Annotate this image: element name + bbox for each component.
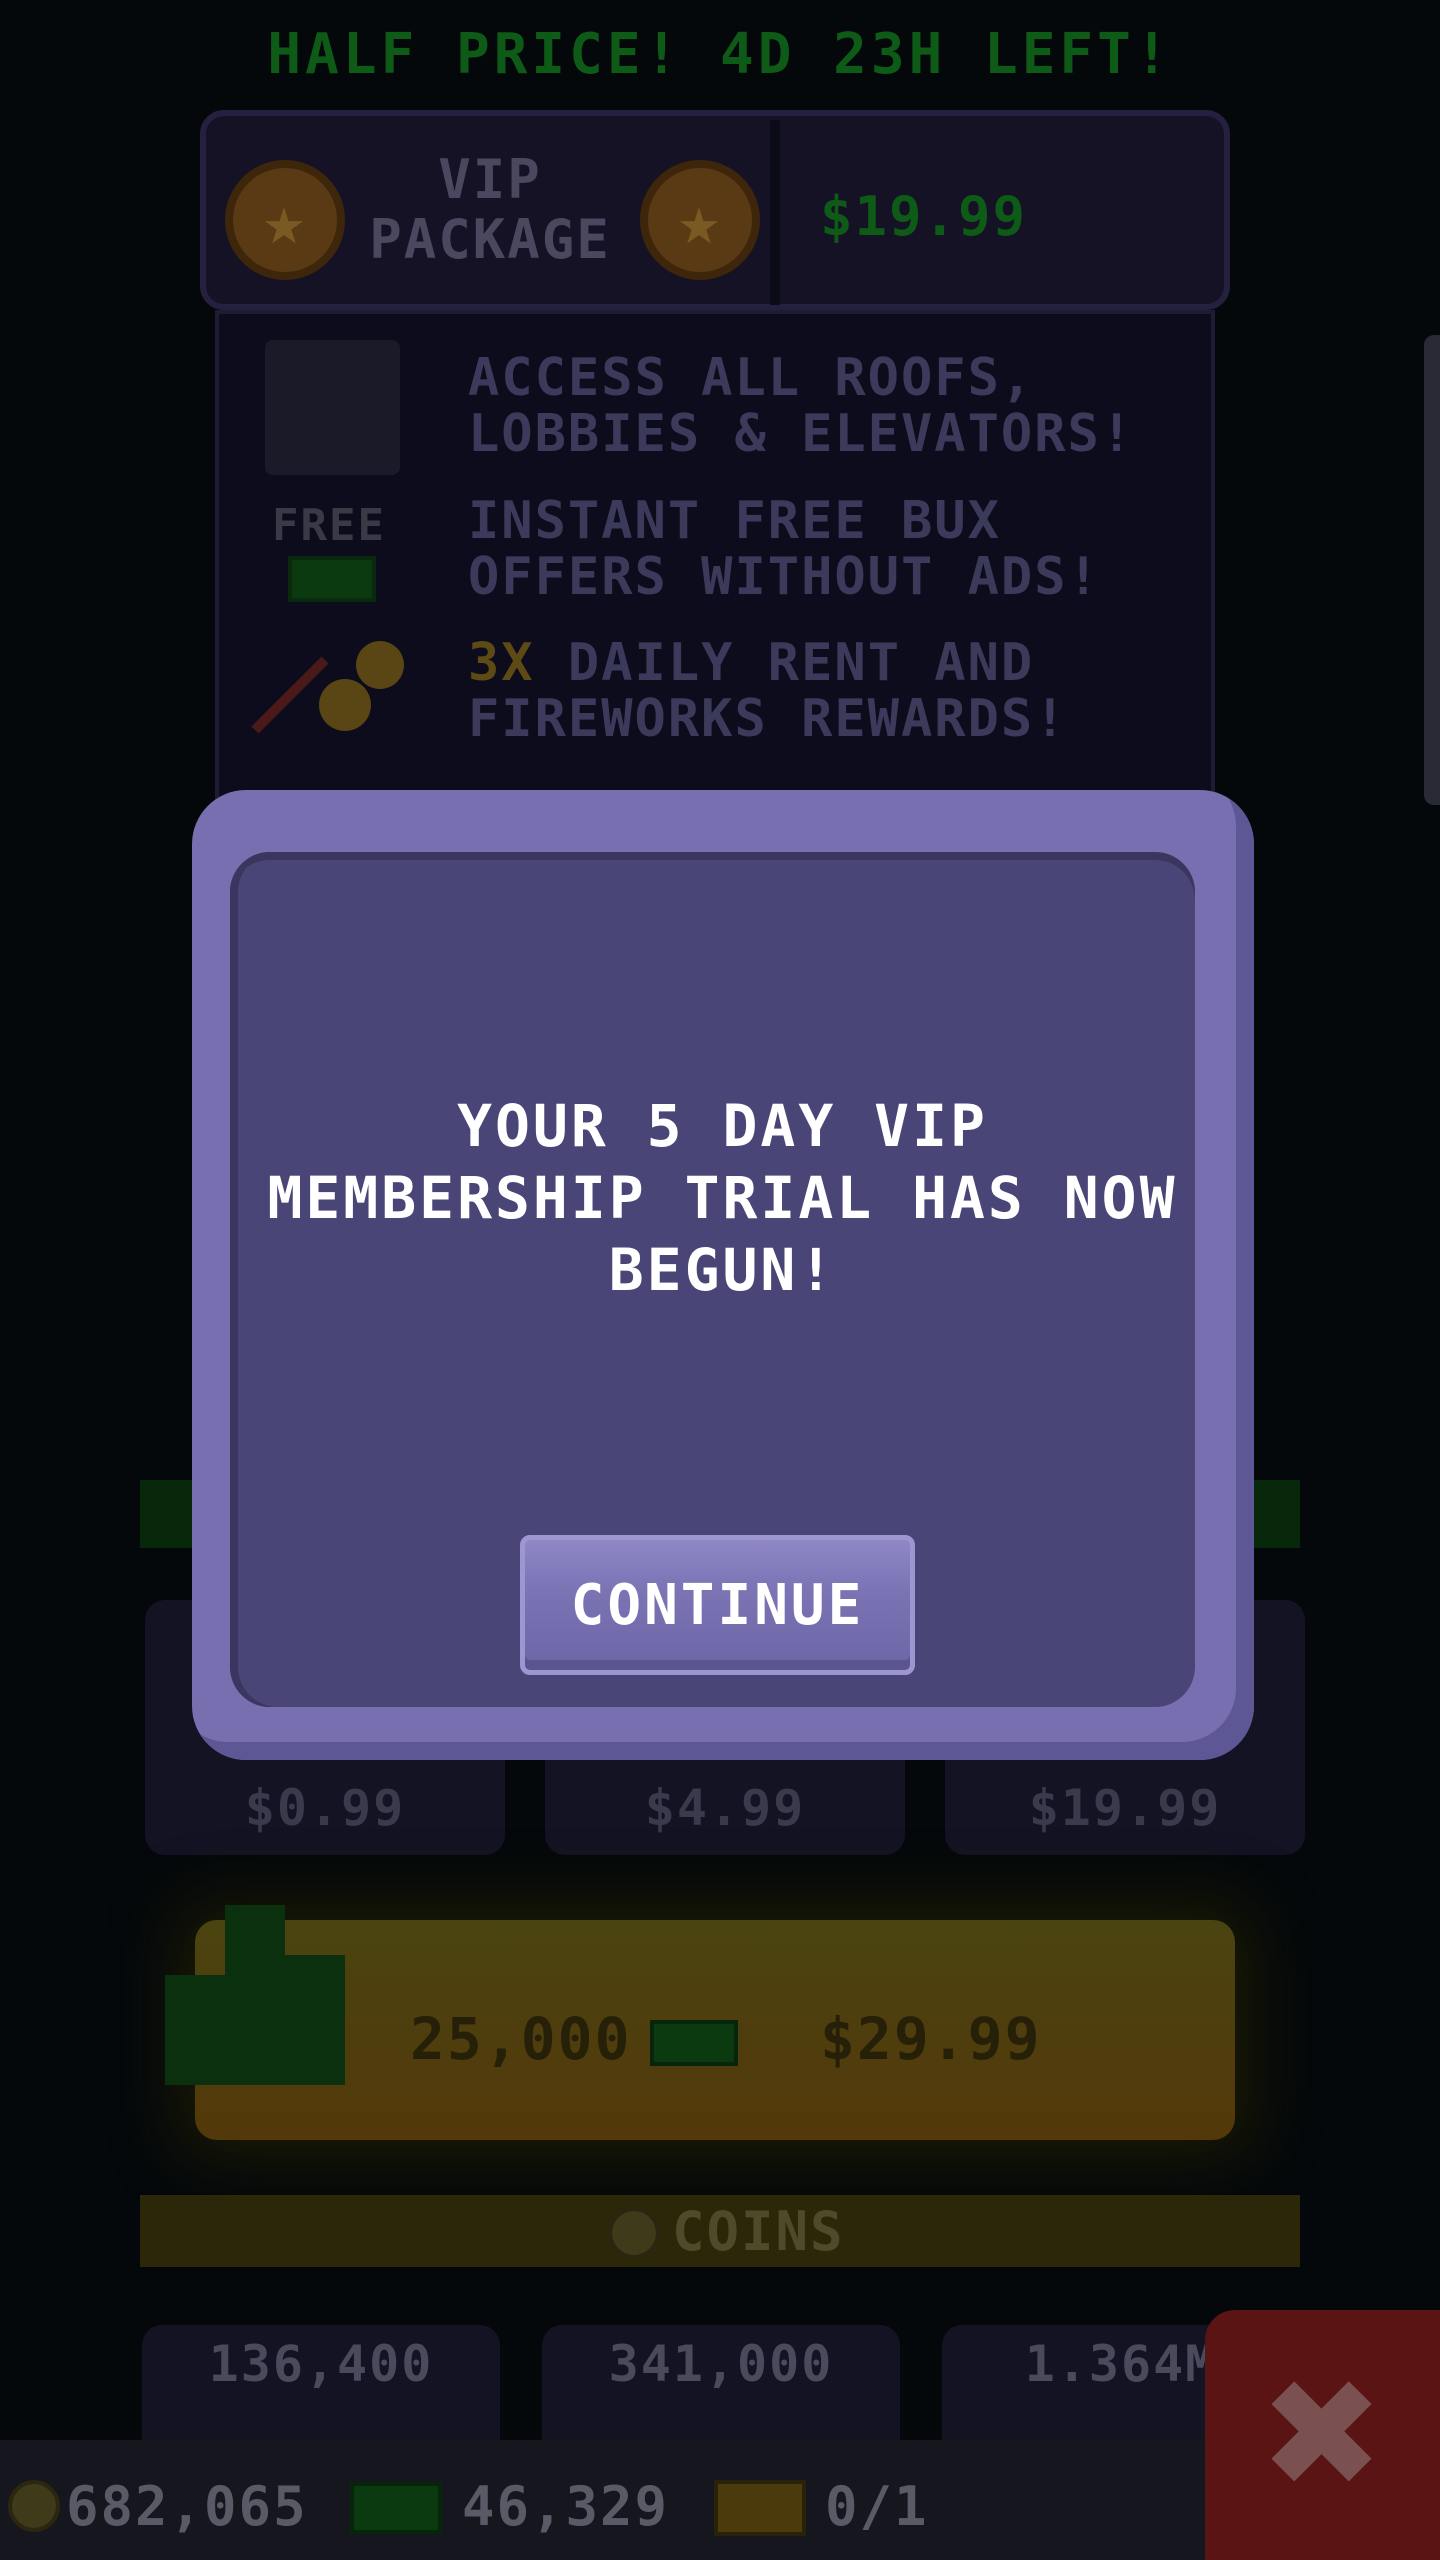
featured-amount: 25,000 [410, 2005, 632, 2073]
vip-title-line2: PACKAGE [369, 208, 611, 271]
star-icon: ★ [640, 160, 760, 280]
vip-header-divider [770, 120, 780, 305]
perk-1-line1: ACCESS ALL ROOFS, [468, 348, 1035, 408]
scrollbar[interactable] [1424, 335, 1440, 805]
close-button[interactable]: ✖ [1205, 2310, 1440, 2560]
perk-3-line1-rest: DAILY RENT AND [534, 633, 1035, 693]
cash-icon [288, 556, 376, 602]
coin-icon [608, 2207, 660, 2259]
dialog-message: YOUR 5 DAY VIP MEMBERSHIP TRIAL HAS NOW … [267, 1092, 1178, 1304]
free-label: FREE [272, 500, 386, 551]
perk-2-line1: INSTANT FREE BUX [468, 491, 1001, 551]
coins-label: COINS [672, 2200, 845, 2263]
perk-1: ACCESS ALL ROOFS, LOBBIES & ELEVATORS! [468, 350, 1188, 462]
bux-card-2-price: $4.99 [644, 1779, 806, 1837]
cash-icon [350, 2482, 442, 2534]
perk-3-line1: 3X DAILY RENT AND [468, 635, 1188, 691]
tickets-count: 0/1 [825, 2475, 929, 2538]
perk-2-line2: OFFERS WITHOUT ADS! [468, 547, 1101, 607]
perk-1-line2: LOBBIES & ELEVATORS! [468, 404, 1135, 464]
coins-balance: 682,065 [66, 2475, 308, 2538]
rocket-icon [251, 641, 404, 734]
vip-price[interactable]: $19.99 [820, 185, 1027, 248]
bux-card-3-price: $19.99 [1028, 1779, 1222, 1837]
vip-title-line1: VIP [438, 148, 542, 211]
perk-2: INSTANT FREE BUX OFFERS WITHOUT ADS! [468, 493, 1188, 605]
cash-icon [650, 2020, 738, 2066]
bux-stack-icon [165, 1905, 345, 2085]
coin-card-2-amount: 341,000 [608, 2335, 834, 2393]
ticket-icon [714, 2480, 806, 2536]
bux-card-1-price: $0.99 [244, 1779, 406, 1837]
coin-card-1-amount: 136,400 [208, 2335, 434, 2393]
perk-3-line2: FIREWORKS REWARDS! [468, 689, 1068, 749]
continue-button[interactable]: CONTINUE [520, 1535, 915, 1675]
perk-3-highlight: 3X [468, 633, 535, 693]
bux-balance: 46,329 [462, 2475, 670, 2538]
featured-price: $29.99 [820, 2005, 1042, 2073]
roof-icon [265, 340, 400, 475]
perk-3: 3X DAILY RENT AND FIREWORKS REWARDS! [468, 635, 1188, 747]
half-price-banner: HALF PRICE! 4D 23H LEFT! [267, 22, 1173, 87]
star-icon: ★ [225, 160, 345, 280]
close-icon: ✖ [1258, 2348, 1387, 2522]
coin-icon [8, 2480, 60, 2532]
vip-package-title: VIP PACKAGE [350, 150, 630, 270]
